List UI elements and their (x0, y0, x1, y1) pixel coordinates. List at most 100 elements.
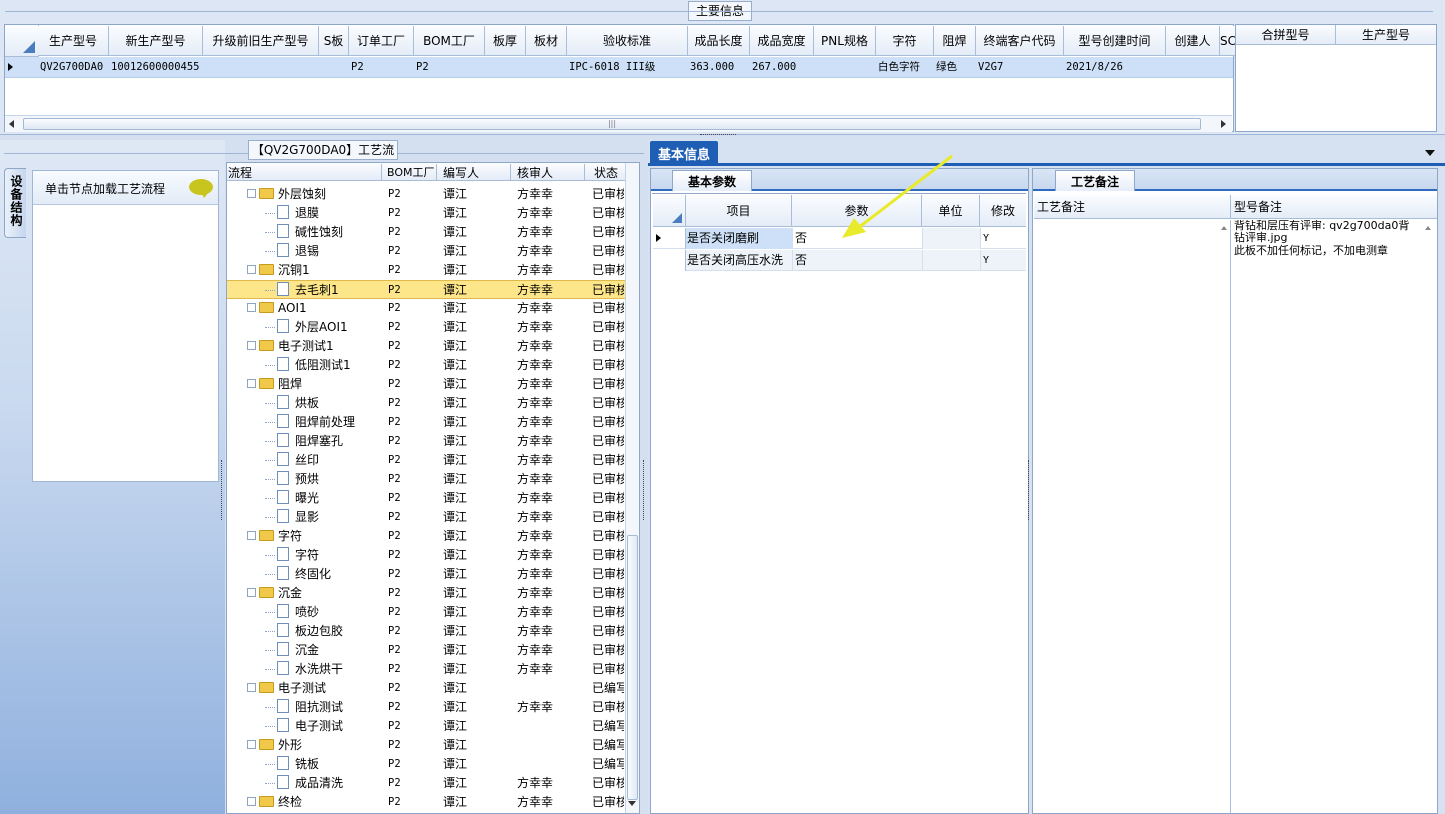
tree-node[interactable]: 烘板 (265, 394, 319, 413)
tree-row[interactable]: 铣板 P2 谭江 已编写 (227, 755, 640, 774)
tree-node[interactable]: 水洗烘干 (265, 660, 343, 679)
process-flow-title[interactable]: 【QV2G700DA0】工艺流程 (248, 140, 398, 175)
params-row[interactable]: 是否关闭高压水洗 否 Y (653, 250, 1026, 271)
main-grid-col-header[interactable]: 成品宽度 (750, 26, 814, 56)
right-splitter[interactable] (1028, 460, 1031, 520)
main-grid-col-header[interactable]: 板厚 (485, 26, 526, 56)
side-tab-equipment[interactable]: 设备结构 (4, 168, 26, 238)
main-grid-cell[interactable]: 363.000 (688, 58, 750, 77)
tree-node[interactable]: 去毛刺1 (265, 281, 339, 300)
tree-node[interactable]: 显影 (265, 508, 319, 527)
scroll-thumb[interactable]: ||| (23, 118, 1201, 130)
tree-node[interactable]: 沉金 (265, 641, 319, 660)
params-col-item[interactable]: 项目 (686, 195, 792, 227)
main-grid-cell[interactable]: 267.000 (750, 58, 814, 77)
tree-node[interactable]: − 终检 (247, 793, 302, 812)
tree-node[interactable]: 终固化 (265, 565, 331, 584)
tree-row[interactable]: − AOI1 P2 谭江 方幸幸 已审核 (227, 299, 640, 318)
main-grid-col-header[interactable]: 新生产型号 (109, 26, 203, 56)
tree-row[interactable]: − 外形 P2 谭江 已编写 (227, 736, 640, 755)
model-note-textarea[interactable]: 背钻和层压有评审: qv2g700da0背 钻评审.jpg 此板不加任何标记，不… (1232, 220, 1437, 813)
tree-row[interactable]: 退锡 P2 谭江 方幸幸 已审核 (227, 242, 640, 261)
main-grid-cell[interactable]: IPC-6018 III级 (567, 58, 688, 77)
main-grid-cell[interactable] (1166, 58, 1220, 77)
tree-row[interactable]: 板边包胶 P2 谭江 方幸幸 已审核 (227, 622, 640, 641)
left-splitter[interactable] (221, 460, 224, 520)
tree-node[interactable]: − 电子测试 (247, 679, 326, 698)
collapse-toggle-icon[interactable]: − (247, 797, 256, 806)
main-grid-cell[interactable] (814, 58, 876, 77)
tree-node[interactable]: 曝光 (265, 489, 319, 508)
main-grid-col-header[interactable]: 字符 (876, 26, 934, 56)
main-grid-cell[interactable]: P2 (349, 58, 414, 77)
tree-col-status[interactable]: 状态 (594, 164, 625, 180)
tree-node[interactable]: 阻抗测试 (265, 698, 343, 717)
tree-node[interactable]: − 电子测试1 (247, 337, 334, 356)
splitter-handle[interactable] (700, 134, 736, 137)
tree-row[interactable]: − 终检 P2 谭江 方幸幸 已审核 (227, 793, 640, 812)
tree-row[interactable]: 烘板 P2 谭江 方幸幸 已审核 (227, 394, 640, 413)
main-grid-cell[interactable]: V2G7 (976, 58, 1064, 77)
tree-row[interactable]: 阻焊前处理 P2 谭江 方幸幸 已审核 (227, 413, 640, 432)
tree-row[interactable]: 低阻测试1 P2 谭江 方幸幸 已审核 (227, 356, 640, 375)
tree-row[interactable]: 水洗烘干 P2 谭江 方幸幸 已审核 (227, 660, 640, 679)
tree-node[interactable]: 字符 (265, 546, 319, 565)
middle-splitter[interactable] (643, 460, 646, 520)
tree-node[interactable]: − AOI1 (247, 299, 307, 318)
main-grid-cell[interactable] (485, 58, 526, 77)
main-grid-cell[interactable]: 白色字符 (876, 58, 934, 77)
scroll-left-icon[interactable] (9, 120, 14, 128)
tree-row[interactable]: 阻焊塞孔 P2 谭江 方幸幸 已审核 (227, 432, 640, 451)
main-grid-col-header[interactable]: 订单工厂 (349, 26, 414, 56)
merge-col-header[interactable]: 生产型号 (1336, 25, 1436, 45)
tree-row[interactable]: 去毛刺1 P2 谭江 方幸幸 已审核 (227, 280, 625, 299)
tree-node[interactable]: 低阻测试1 (265, 356, 351, 375)
tree-row[interactable]: 终固化 P2 谭江 方幸幸 已审核 (227, 565, 640, 584)
tree-col-reviewer[interactable]: 核审人 (517, 164, 585, 180)
main-grid-cell[interactable]: QV2G700DA0 (38, 58, 109, 77)
tree-row[interactable]: 成品清洗 P2 谭江 方幸幸 已审核 (227, 774, 640, 793)
tree-node[interactable]: 成品清洗 (265, 774, 343, 793)
tree-node[interactable]: 喷砂 (265, 603, 319, 622)
collapse-toggle-icon[interactable]: − (247, 303, 256, 312)
main-grid-cell[interactable]: 绿色 (934, 58, 976, 77)
main-grid-cell[interactable] (203, 58, 319, 77)
tree-node[interactable]: 电子测试 (265, 717, 343, 736)
param-item-cell[interactable]: 是否关闭磨刷 (686, 228, 792, 249)
param-modified-cell[interactable]: Y (980, 228, 1026, 249)
main-grid-col-header[interactable]: 验收标准 (567, 26, 688, 56)
main-grid-col-header[interactable]: 升级前旧生产型号 (203, 26, 319, 56)
collapse-toggle-icon[interactable]: − (247, 588, 256, 597)
tab-basic-info[interactable]: 基本信息 (650, 141, 718, 165)
tree-row[interactable]: 阻抗测试 P2 谭江 方幸幸 已审核 (227, 698, 640, 717)
scroll-down-icon[interactable] (628, 801, 636, 806)
tree-row[interactable]: 喷砂 P2 谭江 方幸幸 已审核 (227, 603, 640, 622)
tree-row[interactable]: − 字符 P2 谭江 方幸幸 已审核 (227, 527, 640, 546)
tree-node[interactable]: − 沉金 (247, 584, 302, 603)
tree-row[interactable]: − 电子测试 P2 谭江 已编写 (227, 679, 640, 698)
collapse-arrow-icon[interactable] (1425, 150, 1435, 156)
tree-row[interactable]: 曝光 P2 谭江 方幸幸 已审核 (227, 489, 640, 508)
tree-row[interactable]: 退膜 P2 谭江 方幸幸 已审核 (227, 204, 640, 223)
collapse-toggle-icon[interactable]: − (247, 683, 256, 692)
param-value-cell[interactable]: 否 (792, 250, 922, 271)
tree-row[interactable]: 丝印 P2 谭江 方幸幸 已审核 (227, 451, 640, 470)
tree-row[interactable]: − 沉铜1 P2 谭江 方幸幸 已审核 (227, 261, 640, 280)
tab-basic-params[interactable]: 基本参数 (672, 170, 752, 191)
tree-row[interactable]: 外层AOI1 P2 谭江 方幸幸 已审核 (227, 318, 640, 337)
main-grid-col-header[interactable]: 阻焊 (934, 26, 976, 56)
collapse-toggle-icon[interactable]: − (247, 740, 256, 749)
tree-row[interactable]: − 阻焊 P2 谭江 方幸幸 已审核 (227, 375, 640, 394)
tree-col-writer[interactable]: 编写人 (443, 164, 511, 180)
collapse-toggle-icon[interactable]: − (247, 265, 256, 274)
param-item-cell[interactable]: 是否关闭高压水洗 (686, 250, 792, 271)
collapse-toggle-icon[interactable]: − (247, 379, 256, 388)
tree-row[interactable]: 电子测试 P2 谭江 已编写 (227, 717, 640, 736)
tree-node[interactable]: − 外形 (247, 736, 302, 755)
scroll-up-icon[interactable] (1221, 226, 1227, 230)
tree-col-bom[interactable]: BOM工厂 (387, 164, 437, 180)
main-grid-cell[interactable]: 2021/8/26 (1064, 58, 1166, 77)
main-grid-cell[interactable]: 10012600000455 (109, 58, 203, 77)
param-unit-cell[interactable] (922, 250, 980, 271)
main-grid-cell[interactable] (526, 58, 567, 77)
